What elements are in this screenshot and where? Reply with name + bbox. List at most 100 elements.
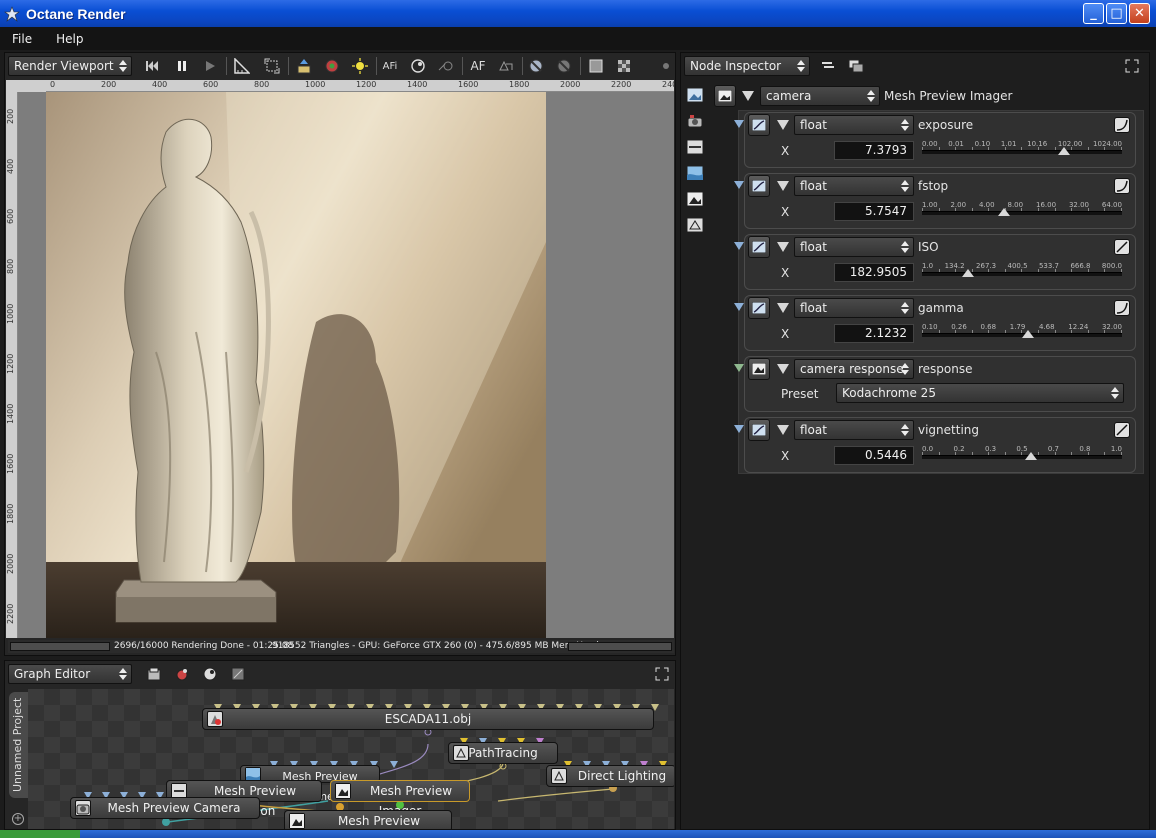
param-value-field[interactable]: 182.9505 — [834, 263, 914, 282]
node-input-pin-icon[interactable] — [390, 761, 398, 768]
slider-thumb[interactable] — [998, 208, 1010, 216]
input-pin-icon[interactable] — [734, 364, 744, 372]
graph-editor-selector[interactable]: Graph Editor — [8, 664, 132, 684]
param-slider[interactable]: 1.0 134.2 267.3 400.5 533.7 666.8 800.0 — [922, 262, 1122, 278]
node-camera[interactable]: Mesh Preview Camera — [70, 797, 260, 819]
curve-mode-button[interactable] — [1114, 422, 1130, 438]
focus-pick-icon[interactable] — [436, 56, 456, 76]
input-pin-icon[interactable] — [734, 303, 744, 311]
graph-maximize-icon[interactable] — [652, 664, 672, 684]
param-type-selector[interactable]: float — [794, 237, 914, 257]
add-material-icon[interactable] — [172, 664, 192, 684]
expand-root-icon[interactable] — [742, 91, 754, 101]
load-scene-icon[interactable] — [144, 664, 164, 684]
title-bar[interactable]: Octane Render _ □ ✕ — [0, 0, 1156, 27]
param-node-button[interactable] — [748, 175, 770, 197]
delete-node-icon[interactable] — [228, 664, 248, 684]
expand-param-icon[interactable] — [777, 303, 789, 313]
ruler-icon[interactable] — [232, 56, 252, 76]
curve-mode-button[interactable] — [1114, 300, 1130, 316]
render-image[interactable] — [46, 92, 546, 638]
node-escada[interactable]: ESCADA11.obj — [202, 708, 654, 730]
input-pin-icon[interactable] — [734, 242, 744, 250]
param-value-field[interactable]: 2.1232 — [834, 324, 914, 343]
project-tab[interactable]: Unnamed Project — [9, 692, 28, 798]
start-button[interactable] — [0, 830, 80, 838]
param-node-button[interactable] — [748, 358, 770, 380]
slider-thumb[interactable] — [1025, 452, 1037, 460]
param-node-button[interactable] — [748, 297, 770, 319]
slider-thumb[interactable] — [1058, 147, 1070, 155]
inspector-maximize-icon[interactable] — [1122, 56, 1142, 76]
add-project-icon[interactable]: + — [12, 813, 24, 825]
slider-thumb[interactable] — [1022, 330, 1034, 338]
root-type-selector[interactable]: camera — [760, 86, 880, 106]
node-direct-lighting[interactable]: Direct Lighting — [546, 765, 674, 787]
param-type-selector[interactable]: float — [794, 115, 914, 135]
node-graph-canvas[interactable]: ESCADA11.obj PathTracing Mesh Preview En… — [28, 689, 674, 829]
inspector-selector[interactable]: Node Inspector — [684, 56, 810, 76]
pause-icon[interactable] — [172, 56, 192, 76]
viewport-selector[interactable]: Render Viewport — [8, 56, 132, 76]
white-balance-icon[interactable] — [408, 56, 428, 76]
menu-file[interactable]: File — [0, 32, 44, 46]
node-imager[interactable]: Mesh Preview Imager — [330, 780, 470, 818]
imager-node-icon[interactable] — [686, 86, 704, 104]
play-icon[interactable] — [200, 56, 220, 76]
expand-param-icon[interactable] — [777, 120, 789, 130]
kernel-node-icon[interactable] — [686, 216, 704, 234]
resolution-node-icon[interactable] — [686, 138, 704, 156]
add-texture-icon[interactable] — [200, 664, 220, 684]
param-slider[interactable]: 0.00 0.01 0.10 1.01 10.16 102.00 1024.00 — [922, 140, 1122, 156]
expand-param-icon[interactable] — [777, 425, 789, 435]
node-pathtracing[interactable]: PathTracing — [448, 742, 558, 764]
node-rendertarget[interactable]: Mesh Preview RenderTarget — [284, 810, 452, 829]
image-node-icon[interactable] — [686, 190, 704, 208]
param-type-selector[interactable]: camera response — [794, 359, 914, 379]
expand-tree-icon[interactable] — [846, 56, 866, 76]
alpha-checker-icon[interactable] — [614, 56, 634, 76]
param-value-field[interactable]: 0.5446 — [834, 446, 914, 465]
environment-node-icon[interactable] — [686, 164, 704, 182]
param-slider[interactable]: 1.00 2.00 4.00 8.00 16.00 32.00 64.00 — [922, 201, 1122, 217]
param-node-button[interactable] — [748, 236, 770, 258]
export-image-icon[interactable] — [294, 56, 314, 76]
param-slider[interactable]: 0.0 0.2 0.3 0.5 0.7 0.8 1.0 — [922, 445, 1122, 461]
param-type-selector[interactable]: float — [794, 298, 914, 318]
param-value-field[interactable]: 7.3793 — [834, 141, 914, 160]
curve-mode-button[interactable] — [1114, 178, 1130, 194]
expand-param-icon[interactable] — [777, 364, 789, 374]
autofocus-button[interactable]: AF — [468, 56, 488, 76]
region-render-icon[interactable] — [496, 56, 516, 76]
menu-help[interactable]: Help — [44, 32, 95, 46]
param-node-button[interactable] — [748, 419, 770, 441]
solid-background-icon[interactable] — [586, 56, 606, 76]
expand-param-icon[interactable] — [777, 181, 789, 191]
material-picker-icon[interactable] — [322, 56, 342, 76]
maximize-button[interactable]: □ — [1106, 3, 1127, 24]
expand-param-icon[interactable] — [777, 242, 789, 252]
collapse-tree-icon[interactable] — [818, 56, 838, 76]
input-pin-icon[interactable] — [734, 181, 744, 189]
param-slider[interactable]: 0.10 0.26 0.68 1.79 4.68 12.24 32.00 — [922, 323, 1122, 339]
light-picker-icon[interactable] — [350, 56, 370, 76]
curve-mode-button[interactable] — [1114, 239, 1130, 255]
param-node-button[interactable] — [748, 114, 770, 136]
close-button[interactable]: ✕ — [1129, 3, 1150, 24]
minimize-button[interactable]: _ — [1083, 3, 1104, 24]
curve-mode-button[interactable] — [1114, 117, 1130, 133]
fit-view-icon[interactable] — [262, 56, 282, 76]
param-value-field[interactable]: 5.7547 — [834, 202, 914, 221]
input-pin-icon[interactable] — [734, 120, 744, 128]
camera-node-icon[interactable] — [686, 112, 704, 130]
input-pin-icon[interactable] — [734, 425, 744, 433]
preset-selector[interactable]: Kodachrome 25 — [836, 383, 1124, 403]
param-type-selector[interactable]: float — [794, 420, 914, 440]
slider-thumb[interactable] — [962, 269, 974, 277]
param-type-selector[interactable]: float — [794, 176, 914, 196]
lock-view-icon[interactable] — [526, 56, 546, 76]
root-node-button[interactable] — [714, 85, 736, 107]
autofocus-pick-button[interactable]: AFi — [380, 56, 400, 76]
skip-back-icon[interactable] — [142, 56, 162, 76]
clay-mode-icon[interactable] — [554, 56, 574, 76]
